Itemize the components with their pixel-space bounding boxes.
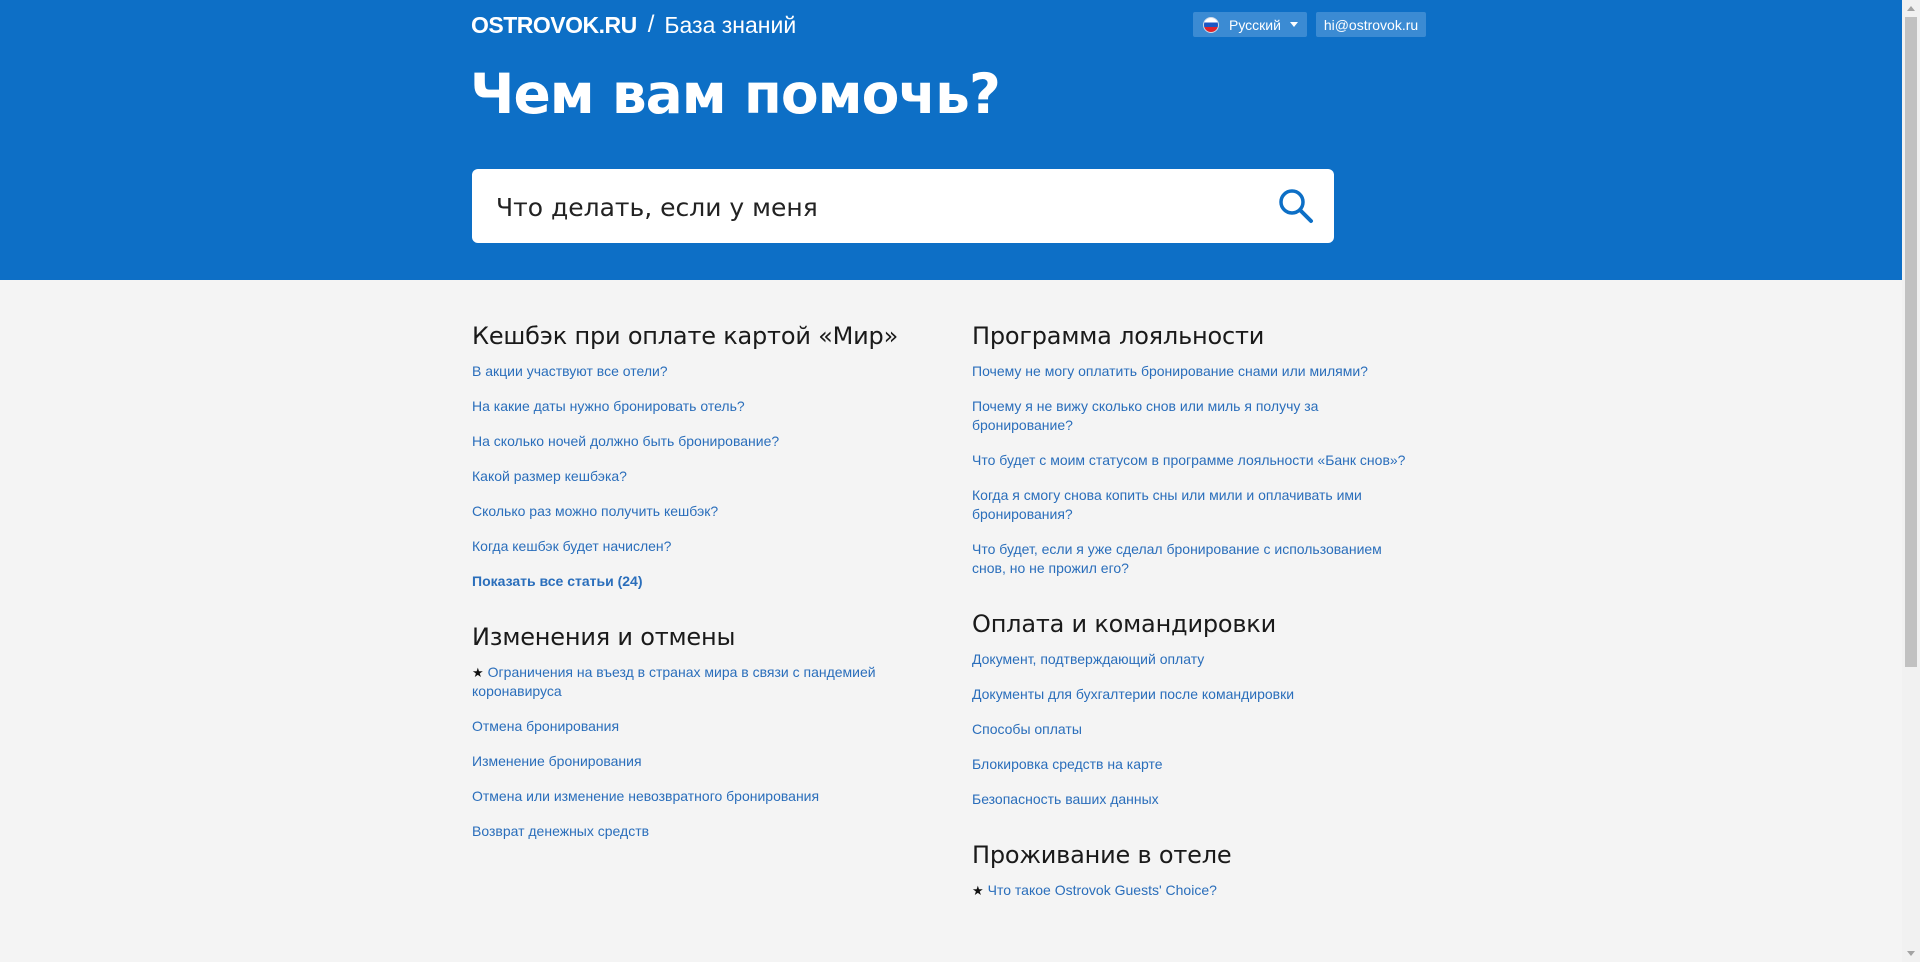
- article-link[interactable]: На сколько ночей должно быть бронировани…: [472, 433, 779, 449]
- scroll-up-arrow-icon[interactable]: [1907, 6, 1915, 11]
- list-item: Изменение бронирования: [472, 752, 912, 771]
- scroll-thumb[interactable]: [1905, 17, 1917, 667]
- vertical-scrollbar[interactable]: [1902, 0, 1920, 962]
- article-link[interactable]: В акции участвуют все отели?: [472, 363, 668, 379]
- russia-flag-icon: [1203, 16, 1219, 33]
- list-item: На какие даты нужно бронировать отель?: [472, 397, 912, 416]
- list-item: Возврат денежных средств: [472, 822, 912, 841]
- list-item: Когда кешбэк будет начислен?: [472, 537, 912, 556]
- article-link[interactable]: Возврат денежных средств: [472, 823, 649, 839]
- article-link[interactable]: Способы оплаты: [972, 721, 1082, 737]
- section-payment-business-trips: Оплата и командировки Документ, подтверж…: [972, 610, 1412, 809]
- star-icon: ★: [972, 883, 984, 898]
- list-item: Какой размер кешбэка?: [472, 467, 912, 486]
- search-input[interactable]: [496, 187, 1216, 227]
- right-column: Программа лояльности Почему не могу опла…: [972, 322, 1412, 928]
- article-link[interactable]: Изменение бронирования: [472, 753, 642, 769]
- left-column: Кешбэк при оплате картой «Мир» В акции у…: [472, 322, 912, 869]
- search-icon[interactable]: [1276, 186, 1316, 226]
- search-box: [472, 169, 1334, 243]
- page: OSTROVOK.RU / База знаний Русский hi@ost…: [0, 0, 1902, 962]
- show-all-articles-link[interactable]: Показать все статьи (24): [472, 573, 643, 589]
- list-item: Что будет, если я уже сделал бронировани…: [972, 540, 1412, 578]
- section-loyalty: Программа лояльности Почему не могу опла…: [972, 322, 1412, 578]
- top-bar: OSTROVOK.RU / База знаний Русский hi@ost…: [471, 0, 1427, 50]
- knowledge-base-link[interactable]: База знаний: [664, 12, 796, 39]
- article-link[interactable]: Что такое Ostrovok Guests' Choice?: [988, 882, 1217, 898]
- article-link[interactable]: Что будет, если я уже сделал бронировани…: [972, 541, 1382, 576]
- list-item: Что будет с моим статусом в программе ло…: [972, 451, 1412, 470]
- caret-down-icon: [1289, 22, 1298, 27]
- list-item: Почему не могу оплатить бронирование сна…: [972, 362, 1412, 381]
- list-item: Когда я смогу снова копить сны или мили …: [972, 486, 1412, 524]
- article-link[interactable]: Что будет с моим статусом в программе ло…: [972, 452, 1405, 468]
- brand: OSTROVOK.RU / База знаний: [471, 10, 796, 40]
- article-link[interactable]: Безопасность ваших данных: [972, 791, 1159, 807]
- article-link[interactable]: Почему не могу оплатить бронирование сна…: [972, 363, 1368, 379]
- article-link[interactable]: Отмена или изменение невозвратного брони…: [472, 788, 819, 804]
- list-item: Документы для бухгалтерии после командир…: [972, 685, 1412, 704]
- list-item: Сколько раз можно получить кешбэк?: [472, 502, 912, 521]
- hero-banner: OSTROVOK.RU / База знаний Русский hi@ost…: [0, 0, 1902, 280]
- section-title: Изменения и отмены: [472, 623, 736, 651]
- section-title: Программа лояльности: [972, 322, 1265, 350]
- list-item: Отмена или изменение невозвратного брони…: [472, 787, 912, 806]
- article-link[interactable]: Когда я смогу снова копить сны или мили …: [972, 487, 1362, 522]
- star-icon: ★: [472, 665, 484, 680]
- article-link[interactable]: Документы для бухгалтерии после командир…: [972, 686, 1294, 702]
- list-item: Способы оплаты: [972, 720, 1412, 739]
- section-changes-cancellations: Изменения и отмены ★ Ограничения на въезд…: [472, 623, 912, 841]
- article-link[interactable]: Какой размер кешбэка?: [472, 468, 627, 484]
- logo-separator: /: [647, 11, 655, 38]
- article-link[interactable]: Сколько раз можно получить кешбэк?: [472, 503, 718, 519]
- section-hotel-stay: Проживание в отеле ★ Что такое Ostrovok G…: [972, 841, 1412, 900]
- article-link[interactable]: Документ, подтверждающий оплату: [972, 651, 1204, 667]
- article-link[interactable]: Почему я не вижу сколько снов или миль я…: [972, 398, 1318, 433]
- list-item: Документ, подтверждающий оплату: [972, 650, 1412, 669]
- list-item: Почему я не вижу сколько снов или миль я…: [972, 397, 1412, 435]
- list-item: ★ Что такое Ostrovok Guests' Choice?: [972, 881, 1412, 900]
- list-item: Блокировка средств на карте: [972, 755, 1412, 774]
- article-link[interactable]: Блокировка средств на карте: [972, 756, 1163, 772]
- list-item: Отмена бронирования: [472, 717, 912, 736]
- list-item: Безопасность ваших данных: [972, 790, 1412, 809]
- article-link[interactable]: Когда кешбэк будет начислен?: [472, 538, 671, 554]
- article-link[interactable]: На какие даты нужно бронировать отель?: [472, 398, 745, 414]
- logo[interactable]: OSTROVOK.RU: [471, 12, 637, 39]
- section-title: Оплата и командировки: [972, 610, 1277, 638]
- article-link[interactable]: Отмена бронирования: [472, 718, 619, 734]
- page-title: Чем вам помочь?: [470, 62, 1001, 126]
- article-link[interactable]: Ограничения на въезд в странах мира в св…: [472, 664, 876, 699]
- list-item: На сколько ночей должно быть бронировани…: [472, 432, 912, 451]
- section-cashback: Кешбэк при оплате картой «Мир» В акции у…: [472, 322, 912, 591]
- language-label: Русский: [1229, 16, 1281, 33]
- list-item: ★ Ограничения на въезд в странах мира в с…: [472, 663, 912, 701]
- list-item: В акции участвуют все отели?: [472, 362, 912, 381]
- email-button[interactable]: hi@ostrovok.ru: [1316, 12, 1426, 37]
- language-selector[interactable]: Русский: [1193, 12, 1307, 37]
- list-item: Показать все статьи (24): [472, 572, 912, 591]
- scroll-down-arrow-icon[interactable]: [1907, 951, 1915, 956]
- section-title: Кешбэк при оплате картой «Мир»: [472, 322, 899, 350]
- section-title: Проживание в отеле: [972, 841, 1232, 869]
